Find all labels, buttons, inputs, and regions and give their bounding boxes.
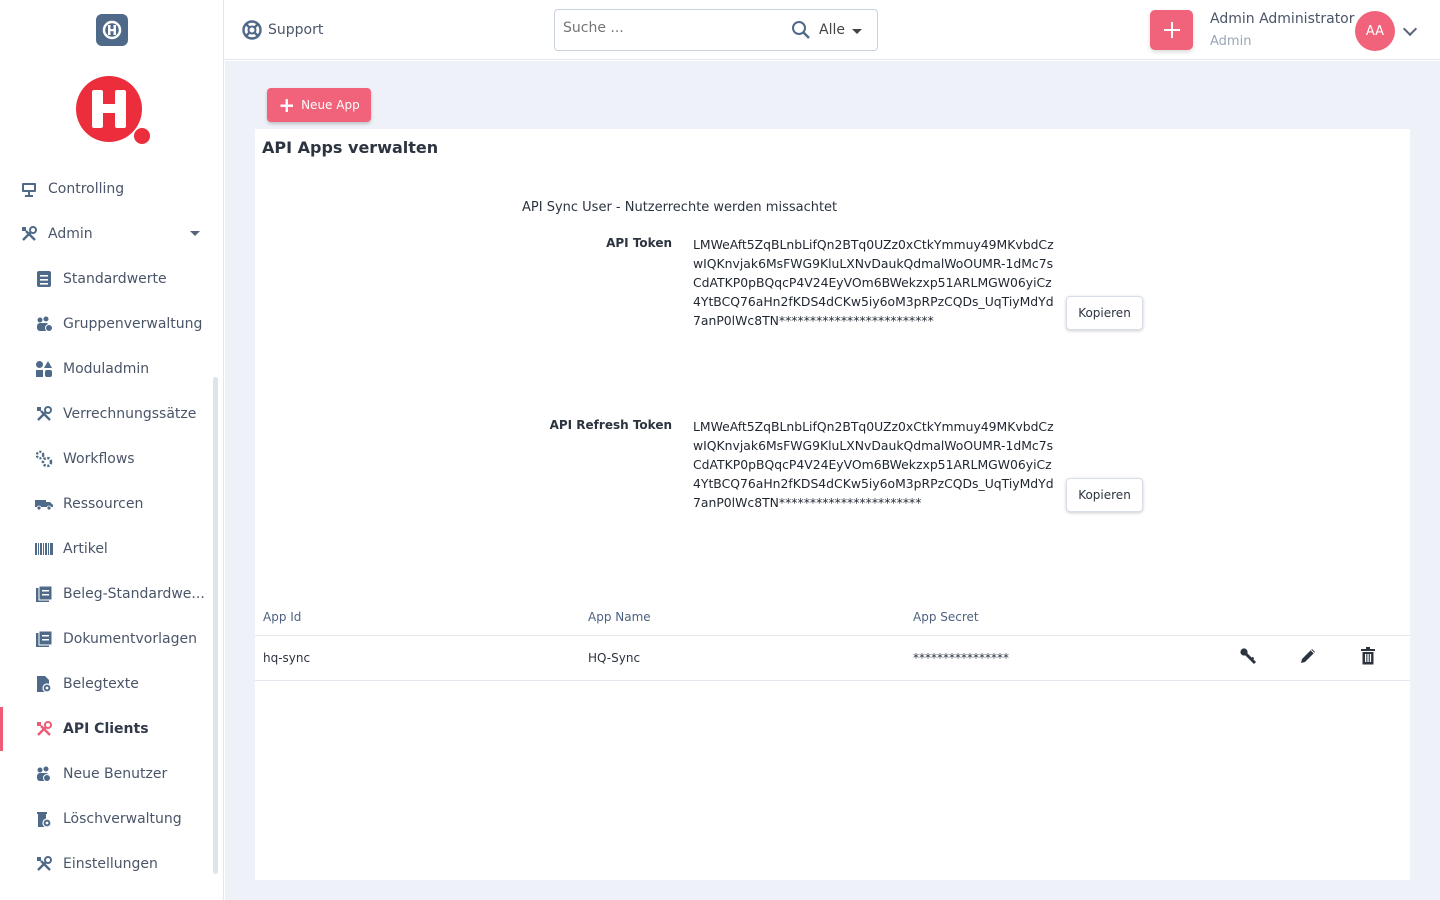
sidebar-item-einstellungen[interactable]: Einstellungen bbox=[34, 849, 158, 879]
sidebar-item-label: Ressourcen bbox=[63, 496, 144, 512]
page-title: API Apps verwalten bbox=[262, 138, 439, 157]
sidebar-item-label: Einstellungen bbox=[63, 856, 158, 872]
table-divider bbox=[255, 680, 1410, 681]
document-icon bbox=[34, 629, 54, 649]
sidebar-item-dokumentvorlagen[interactable]: Dokumentvorlagen bbox=[34, 624, 197, 654]
sync-user-note: API Sync User - Nutzerrechte werden miss… bbox=[522, 200, 838, 215]
edit-icon[interactable] bbox=[1298, 646, 1318, 666]
chevron-down-icon[interactable] bbox=[190, 231, 200, 236]
support-label: Support bbox=[268, 22, 324, 38]
user-role: Admin bbox=[1210, 34, 1252, 49]
cogs-icon bbox=[34, 449, 54, 469]
support-link[interactable]: Support bbox=[242, 20, 323, 40]
sidebar-item-beleg-standardwerte[interactable]: Beleg-Standardwe... bbox=[34, 579, 205, 609]
sidebar-item-label: Dokumentvorlagen bbox=[63, 631, 197, 647]
brand-logo bbox=[75, 75, 153, 145]
sidebar-item-label: Beleg-Standardwe... bbox=[63, 586, 205, 602]
sidebar-item-label: Belegtexte bbox=[63, 676, 139, 692]
user-name: Admin Administrator bbox=[1210, 11, 1355, 27]
search-bar: Alle bbox=[554, 9, 878, 51]
sidebar-item-label: Moduladmin bbox=[63, 361, 150, 377]
api-refresh-token-label: API Refresh Token bbox=[549, 418, 672, 432]
api-token-label: API Token bbox=[606, 236, 672, 250]
sidebar-item-neue-benutzer[interactable]: Neue Benutzer bbox=[34, 759, 167, 789]
sidebar-item-standardwerte[interactable]: Standardwerte bbox=[34, 264, 167, 294]
search-input[interactable] bbox=[563, 20, 763, 36]
search-icon[interactable] bbox=[791, 20, 811, 44]
document-icon bbox=[34, 584, 54, 604]
trash-gear-icon bbox=[34, 809, 54, 829]
sidebar-item-ressourcen[interactable]: Ressourcen bbox=[34, 489, 143, 519]
sidebar-item-label: Gruppenverwaltung bbox=[63, 316, 203, 332]
sidebar-item-label: Standardwerte bbox=[63, 271, 167, 287]
column-header-app-secret[interactable]: App Secret bbox=[913, 610, 979, 624]
new-app-label: Neue App bbox=[301, 98, 360, 112]
sidebar: Controlling Admin Standardwerte Gruppenv… bbox=[0, 0, 224, 900]
sidebar-item-label: Löschverwaltung bbox=[63, 811, 182, 827]
file-gear-icon bbox=[34, 674, 54, 694]
sidebar-item-label: Controlling bbox=[48, 181, 125, 197]
avatar[interactable]: AA bbox=[1355, 11, 1395, 51]
sidebar-item-loeschverwaltung[interactable]: Löschverwaltung bbox=[34, 804, 182, 834]
new-app-button[interactable]: + Neue App bbox=[267, 88, 371, 122]
sidebar-item-moduladmin[interactable]: Moduladmin bbox=[34, 354, 149, 384]
active-indicator bbox=[0, 707, 3, 751]
key-icon[interactable] bbox=[1238, 646, 1258, 666]
sidebar-item-label: Workflows bbox=[63, 451, 135, 467]
sidebar-item-label: Neue Benutzer bbox=[63, 766, 168, 782]
sidebar-item-gruppenverwaltung[interactable]: Gruppenverwaltung bbox=[34, 309, 202, 339]
presentation-icon bbox=[19, 179, 39, 199]
truck-icon bbox=[34, 494, 54, 514]
sidebar-item-label: Artikel bbox=[63, 541, 108, 557]
app-logo-icon[interactable] bbox=[96, 14, 128, 46]
tools-icon bbox=[34, 404, 54, 424]
sidebar-item-label: API Clients bbox=[63, 721, 149, 737]
copy-api-refresh-token-button[interactable]: Kopieren bbox=[1066, 478, 1143, 512]
app-name-cell: HQ-Sync bbox=[588, 651, 641, 665]
table-divider bbox=[255, 635, 1410, 636]
plus-icon: + bbox=[278, 93, 296, 117]
api-refresh-token-value: LMWeAft5ZqBLnbLifQn2BTq0UZz0xCtkYmmuy49M… bbox=[693, 419, 1054, 510]
tools-icon bbox=[34, 854, 54, 874]
tools-icon bbox=[34, 719, 54, 739]
sidebar-item-controlling[interactable]: Controlling bbox=[19, 174, 124, 204]
copy-api-token-button[interactable]: Kopieren bbox=[1066, 296, 1143, 330]
tools-icon bbox=[19, 224, 39, 244]
app-secret-cell: **************** bbox=[913, 651, 1009, 665]
plus-icon bbox=[1163, 22, 1180, 38]
app-id-cell: hq-sync bbox=[263, 651, 311, 665]
quick-add-button[interactable] bbox=[1150, 10, 1193, 50]
sidebar-item-admin[interactable]: Admin bbox=[19, 219, 93, 249]
column-header-app-name[interactable]: App Name bbox=[588, 610, 651, 624]
sidebar-item-api-clients[interactable]: API Clients bbox=[34, 714, 149, 744]
sidebar-item-label: Verrechnungssätze bbox=[63, 406, 197, 422]
users-gear-icon bbox=[34, 314, 54, 334]
sidebar-item-verrechnungssaetze[interactable]: Verrechnungssätze bbox=[34, 399, 196, 429]
shapes-icon bbox=[34, 359, 54, 379]
api-token-value: LMWeAft5ZqBLnbLifQn2BTq0UZz0xCtkYmmuy49M… bbox=[693, 237, 1054, 328]
lifebuoy-icon bbox=[242, 20, 262, 40]
sidebar-scrollbar[interactable] bbox=[213, 377, 218, 874]
search-scope-select[interactable]: Alle bbox=[819, 22, 845, 38]
sidebar-item-workflows[interactable]: Workflows bbox=[34, 444, 135, 474]
sidebar-item-belegtexte[interactable]: Belegtexte bbox=[34, 669, 139, 699]
sidebar-item-label: Admin bbox=[48, 226, 93, 242]
trash-icon[interactable] bbox=[1358, 646, 1378, 666]
clipboard-icon bbox=[34, 269, 54, 289]
chevron-down-icon[interactable] bbox=[852, 29, 862, 34]
column-header-app-id[interactable]: App Id bbox=[263, 610, 301, 624]
barcode-icon bbox=[34, 539, 54, 559]
sidebar-item-artikel[interactable]: Artikel bbox=[34, 534, 108, 564]
users-gear-icon bbox=[34, 764, 54, 784]
